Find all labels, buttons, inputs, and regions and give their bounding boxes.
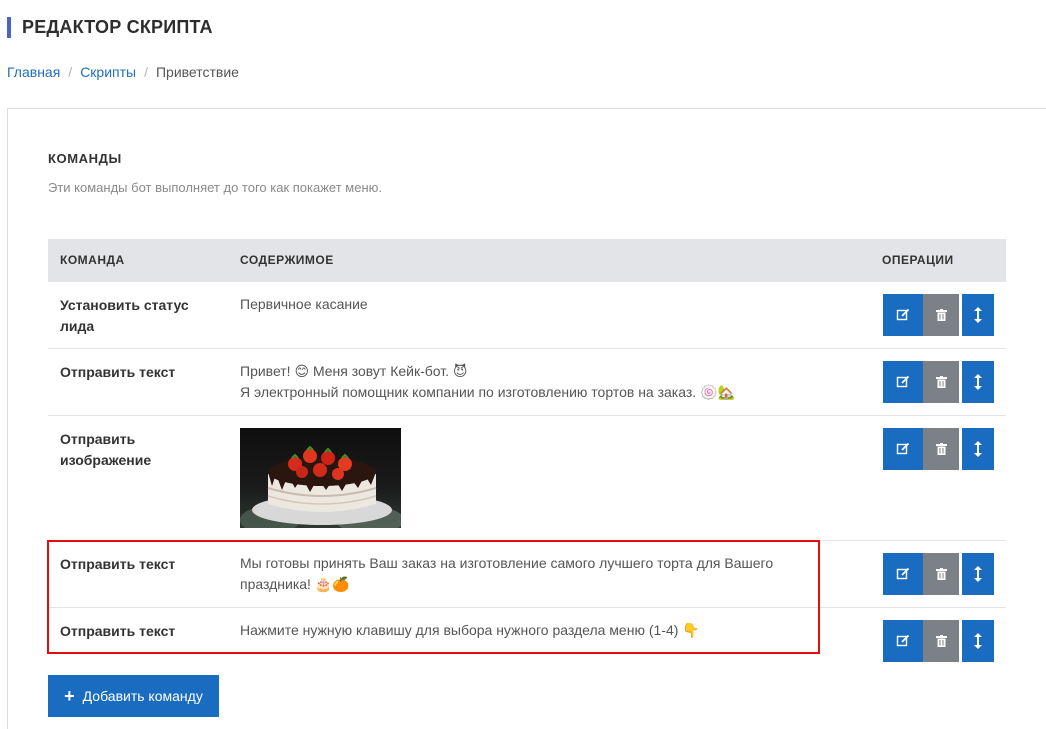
command-name: Отправить текст (60, 556, 176, 572)
edit-icon (896, 634, 910, 647)
table-row: Установить статус лида Первичное касание (48, 282, 1006, 349)
content-line: Первичное касание (240, 296, 368, 312)
breadcrumb-home-link[interactable]: Главная (7, 64, 60, 80)
page-title: РЕДАКТОР СКРИПТА (22, 17, 213, 37)
section-title: КОМАНДЫ (48, 151, 122, 166)
row-operations (883, 294, 994, 336)
move-button[interactable] (962, 428, 994, 470)
content-line: Мы готовы принять Ваш заказ на изготовле… (240, 555, 774, 571)
plus-icon: + (64, 686, 75, 706)
delete-button[interactable] (923, 428, 959, 470)
column-header-command: КОМАНДА (60, 253, 125, 267)
move-button[interactable] (962, 553, 994, 595)
edit-button[interactable] (883, 294, 923, 336)
trash-icon (935, 309, 947, 321)
edit-button[interactable] (883, 361, 923, 403)
table-header: КОМАНДА СОДЕРЖИМОЕ ОПЕРАЦИИ (48, 239, 1006, 282)
delete-button[interactable] (923, 553, 959, 595)
column-header-operations: ОПЕРАЦИИ (882, 253, 954, 267)
table-row: Отправить текст Привет! 😊 Меня зовут Кей… (48, 349, 1006, 416)
row-operations (883, 361, 994, 403)
content-line: Нажмите нужную клавишу для выбора нужног… (240, 622, 700, 638)
trash-icon (935, 376, 947, 388)
breadcrumb-separator: / (68, 64, 73, 80)
commands-table: КОМАНДА СОДЕРЖИМОЕ ОПЕРАЦИИ Установить с… (48, 239, 1006, 675)
table-row: Отправить текст Нажмите нужную клавишу д… (48, 608, 1006, 675)
trash-icon (935, 443, 947, 455)
page-header: РЕДАКТОР СКРИПТА (7, 17, 213, 38)
table-row: Отправить изображение (48, 416, 1006, 541)
edit-icon (896, 567, 910, 580)
row-operations (883, 620, 994, 662)
column-header-content: СОДЕРЖИМОЕ (240, 253, 334, 267)
command-name: Отправить изображение (60, 431, 152, 468)
vertical-arrows-icon (974, 307, 982, 323)
trash-icon (935, 568, 947, 580)
vertical-arrows-icon (974, 441, 982, 457)
command-content: Нажмите нужную клавишу для выбора нужног… (240, 620, 820, 641)
row-operations (883, 553, 994, 595)
section-description: Эти команды бот выполняет до того как по… (48, 180, 382, 195)
delete-button[interactable] (923, 294, 959, 336)
command-content: Мы готовы принять Ваш заказ на изготовле… (240, 553, 820, 595)
vertical-arrows-icon (974, 566, 982, 582)
row-operations (883, 428, 994, 470)
delete-button[interactable] (923, 361, 959, 403)
breadcrumb-current: Приветствие (155, 64, 239, 80)
add-command-button[interactable]: + Добавить команду (48, 675, 219, 717)
command-content: Первичное касание (240, 294, 820, 315)
vertical-arrows-icon (974, 374, 982, 390)
move-button[interactable] (962, 620, 994, 662)
command-name: Отправить текст (60, 623, 176, 639)
content-line: Привет! 😊 Меня зовут Кейк-бот. 😈 (240, 363, 468, 379)
delete-button[interactable] (923, 620, 959, 662)
breadcrumb-separator: / (144, 64, 148, 80)
cake-photo (240, 428, 401, 528)
edit-icon (896, 442, 910, 455)
command-name: Установить статус лида (60, 297, 189, 334)
edit-icon (896, 375, 910, 388)
table-row: Отправить текст Мы готовы принять Ваш за… (48, 541, 1006, 608)
edit-icon (896, 308, 910, 321)
trash-icon (935, 635, 947, 647)
content-line: Я электронный помощник компании по изгот… (240, 384, 735, 400)
move-button[interactable] (962, 361, 994, 403)
vertical-arrows-icon (974, 633, 982, 649)
move-button[interactable] (962, 294, 994, 336)
add-command-label: Добавить команду (82, 688, 203, 704)
edit-button[interactable] (883, 620, 923, 662)
command-name: Отправить текст (60, 364, 176, 380)
edit-button[interactable] (883, 428, 923, 470)
edit-button[interactable] (883, 553, 923, 595)
command-content: Привет! 😊 Меня зовут Кейк-бот. 😈 Я элект… (240, 361, 820, 403)
breadcrumb: Главная / Скрипты / Приветствие (7, 63, 239, 81)
commands-panel: КОМАНДЫ Эти команды бот выполняет до тог… (7, 108, 1046, 729)
breadcrumb-scripts-link[interactable]: Скрипты (80, 64, 136, 80)
content-line: праздника! 🎂🍊 (240, 576, 350, 592)
